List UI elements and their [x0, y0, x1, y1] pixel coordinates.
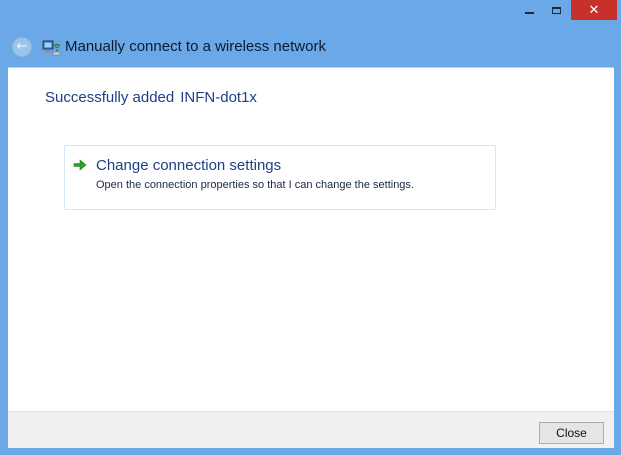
header-bar: ← Manually connect to a wireless network [0, 30, 621, 64]
dialog-window: ✕ ← Manually connect to a wireless netwo… [0, 0, 621, 455]
window-close-button[interactable]: ✕ [571, 0, 617, 20]
wireless-network-icon [42, 40, 61, 56]
green-arrow-icon [73, 159, 87, 171]
success-message: Successfully added INFN-dot1x [45, 89, 257, 106]
close-icon: ✕ [588, 2, 600, 18]
success-prefix: Successfully added [45, 89, 175, 106]
minimize-icon [524, 12, 534, 14]
change-connection-settings-option[interactable]: Change connection settings Open the conn… [64, 145, 496, 210]
back-button[interactable]: ← [12, 37, 32, 57]
dialog-title: Manually connect to a wireless network [65, 38, 326, 55]
minimize-button[interactable] [516, 0, 542, 20]
footer-bar: Close [8, 411, 614, 448]
maximize-icon [552, 6, 561, 14]
content-area: Successfully added INFN-dot1x Change conn… [8, 67, 614, 411]
back-arrow-icon: ← [16, 39, 28, 54]
option-description: Open the connection properties so that I… [96, 179, 414, 191]
close-button[interactable]: Close [539, 422, 604, 444]
option-title: Change connection settings [96, 157, 282, 174]
network-name: INFN-dot1x [180, 89, 257, 106]
maximize-button[interactable] [543, 0, 570, 20]
